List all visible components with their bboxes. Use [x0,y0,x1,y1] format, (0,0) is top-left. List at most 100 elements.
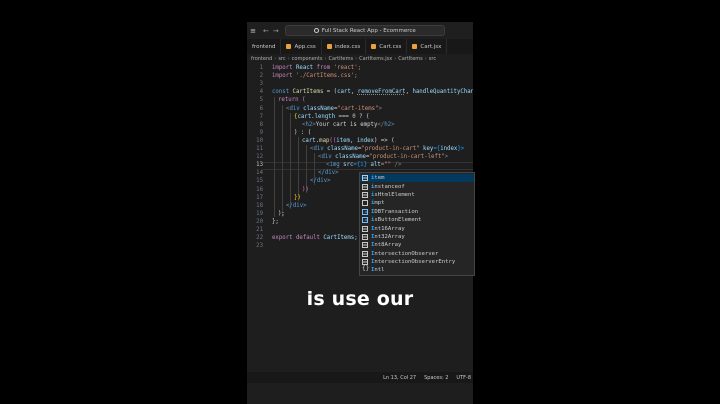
cursor-position[interactable]: Ln 13, Col 27 [383,375,416,381]
suggestion-label: nt16Array [374,225,405,232]
line-number: 20 [256,218,263,225]
text-suggestion-icon: ab [362,233,368,240]
breadcrumb-item[interactable]: CartItems.jsx [359,56,392,62]
video-caption: is use our [306,288,414,310]
code-line-19: ); [278,210,285,217]
interface-icon: -o [362,208,368,215]
tab-cart-css[interactable]: Cart.css [366,39,408,54]
indent-guide [274,97,275,217]
code-line-20: }; [272,218,279,225]
line-number: 6 [259,105,263,112]
status-bar: Ln 13, Col 27 Spaces: 2 UTF-8 [247,372,473,383]
suggestion-label: nt8Array [374,242,402,249]
breadcrumb-item[interactable]: frontend [251,56,272,62]
line-number: 14 [256,170,263,177]
suggestion-label: ntersectionObserver [374,250,439,257]
text-suggestion-icon: ab [362,225,368,232]
editor-tabs: frontend App.css index.css Cart.css Cart… [247,39,473,54]
suggestion-item[interactable]: ab i tem [360,174,474,183]
indent-guide [290,113,291,209]
line-number: 21 [256,227,263,233]
line-number: 9 [259,129,263,136]
indentation[interactable]: Spaces: 2 [424,375,448,381]
line-number: 16 [256,186,263,193]
tab-index-css[interactable]: index.css [322,39,367,54]
line-number: 18 [256,202,263,209]
tab-label: frontend [252,43,276,50]
suggestion-label: mpt [374,200,385,207]
tab-app-css[interactable]: App.css [281,39,322,54]
tab-frontend[interactable]: frontend [247,39,282,54]
text-suggestion-icon: ab [362,250,368,257]
code-line-7: {cart.length === 0 ? ( [294,113,370,120]
line-number: 17 [256,194,263,201]
code-line-12: <div className="product-in-cart-left"> [318,154,449,161]
code-line-10: cart.map((item, index) => ( [302,137,395,144]
indent-guide [282,105,283,217]
namespace-icon: {} [362,265,370,273]
code-line-15: </div> [310,178,331,185]
line-number: 15 [256,178,263,185]
line-number-active: 13 [256,162,263,169]
line-number: 12 [256,154,263,161]
menu-icon[interactable]: ≡ [247,27,259,35]
suggestion-item[interactable]: ab Int8Array [360,241,474,249]
css-file-icon [326,44,332,49]
title-bar: ≡ ← → Full Stack React App - Ecommerce [247,22,473,39]
suggestion-item[interactable]: -o I DBTransaction [360,208,474,216]
line-number: 7 [259,113,263,120]
suggestion-item[interactable]: -o i sButtonElement [360,216,474,224]
window-title: Full Stack React App - Ecommerce [321,27,416,34]
suggestion-label: ntl [374,267,385,274]
text-suggestion-icon: ab [362,183,368,190]
breadcrumb: frontend › src › components › CartItems › Ca… [247,54,473,64]
encoding[interactable]: UTF-8 [456,375,471,381]
tab-cart-jsx[interactable]: Cart.jsx [407,39,448,54]
line-number: 2 [259,73,263,80]
tab-label: App.css [294,43,316,50]
breadcrumb-item[interactable]: components [292,56,323,62]
line-number: 10 [256,137,263,144]
line-number: 5 [259,97,263,104]
suggestion-label: sHtmlElement [374,191,415,198]
tab-label: Cart.css [379,43,402,50]
code-line-14: </div> [318,170,339,177]
suggestion-item[interactable]: {} Intl [360,266,474,274]
code-line-13: <img src={i} alt="" /> [326,162,402,169]
line-number: 4 [259,89,263,96]
suggestion-item[interactable]: ab i sHtmlElement [360,191,474,199]
line-number: 8 [259,121,263,128]
back-arrow-icon[interactable]: ← [263,27,269,35]
code-line-1: import React from 'react'; [272,65,362,71]
suggestion-label: ntersectionObserverEntry [374,259,456,266]
autocomplete-suggestions[interactable]: ab i tem ab i nstanceof ab i sHtmlElement i mpt -o I… [359,172,475,276]
code-line-17: }) [294,194,301,201]
jsx-file-icon [412,44,418,49]
breadcrumb-item[interactable]: src [429,56,436,62]
suggestion-label: nt32Array [374,233,405,240]
suggestion-item[interactable]: i mpt [360,199,474,207]
text-suggestion-icon: ab [362,191,368,198]
breadcrumb-item[interactable]: CartItems [329,56,354,62]
line-number: 1 [259,65,263,71]
css-file-icon [371,44,377,49]
command-center-search[interactable]: Full Stack React App - Ecommerce [284,25,445,36]
suggestion-item[interactable]: ab i nstanceof [360,182,474,190]
suggestion-item[interactable]: ab Int32Array [360,233,474,241]
tab-label: Cart.jsx [420,43,442,50]
suggestion-item[interactable]: ab Int16Array [360,224,474,232]
text-suggestion-icon: ab [362,242,368,249]
breadcrumb-item[interactable]: CartItems [398,56,423,62]
suggestion-label: sButtonElement [374,217,422,224]
text-suggestion-icon: ab [362,175,368,182]
suggestion-item[interactable]: ab IntersectionObserverEntry [360,258,474,266]
line-number: 11 [256,146,263,152]
interface-icon: -o [362,217,368,224]
forward-arrow-icon[interactable]: → [273,27,279,35]
suggestion-item[interactable]: ab IntersectionObserver [360,250,474,258]
code-line-9: ) : ( [294,129,312,136]
code-line-11: <div className="product-in-cart" key={in… [310,146,465,152]
breadcrumb-item[interactable]: src [278,56,285,62]
top-black-band [247,0,473,22]
code-line-16: )) [302,186,309,193]
